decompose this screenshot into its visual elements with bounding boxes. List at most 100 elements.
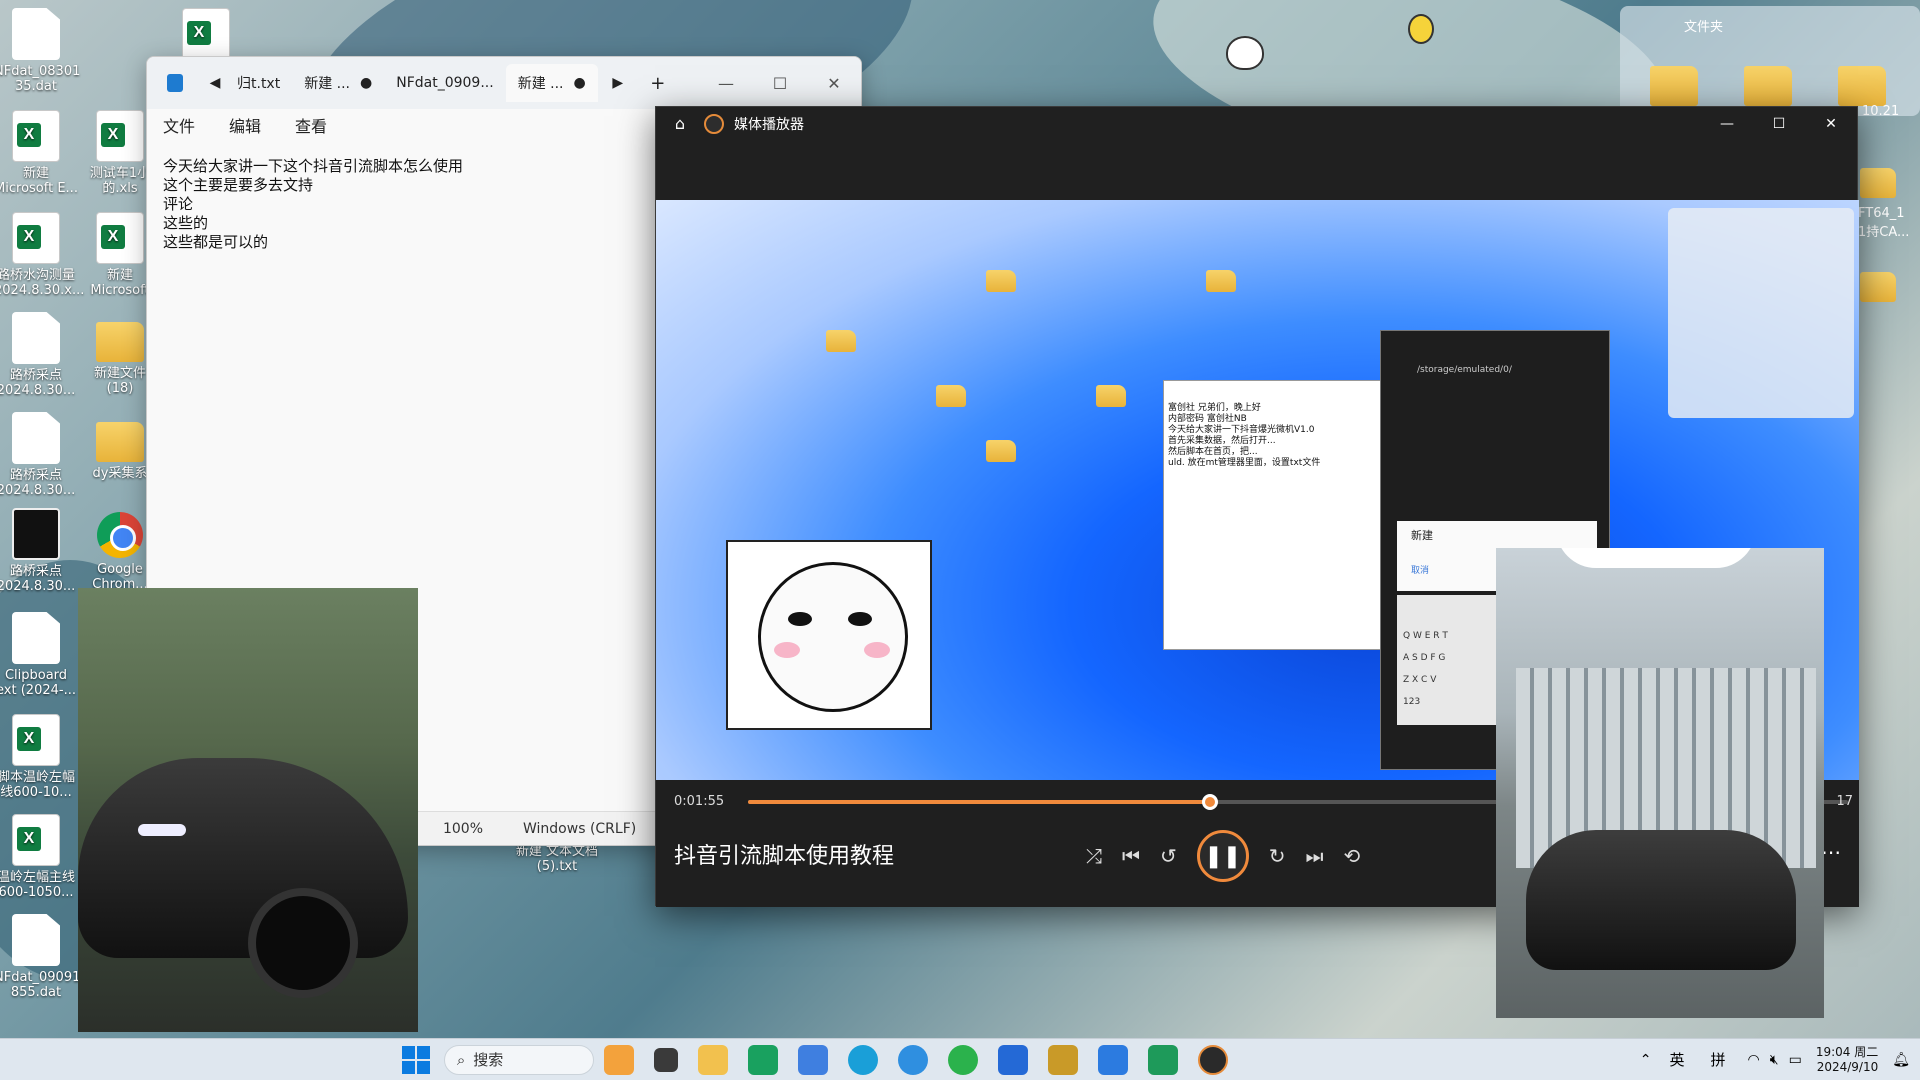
ie-icon[interactable]	[897, 1044, 928, 1075]
excel-icon	[12, 814, 60, 866]
tab-scroll-left[interactable]: ◀	[205, 75, 225, 91]
new-tab-button[interactable]: +	[638, 73, 678, 94]
desktop-icon-excel-3[interactable]: 路桥水沟测量 2024.8.30.x...	[0, 212, 84, 298]
text-line: 富创社 兄弟们，晚上好	[1168, 403, 1261, 413]
media-player-taskbar-icon[interactable]	[1197, 1044, 1228, 1075]
video-inner-explorer	[1668, 208, 1854, 418]
menu-file[interactable]: 文件	[163, 113, 195, 137]
menu-edit[interactable]: 编辑	[229, 113, 261, 137]
file-explorer-icon[interactable]	[697, 1044, 728, 1075]
desktop-icon-label: 路桥采点 2024.8.30...	[0, 468, 76, 498]
task-view-icon[interactable]	[653, 1047, 678, 1072]
next-icon[interactable]: ⏭	[1306, 844, 1324, 868]
dialog-title: 新建	[1411, 529, 1433, 542]
folder-icon[interactable]	[1860, 168, 1896, 198]
text-line: 首先采集数据，然后打开...	[1168, 436, 1276, 446]
edge-icon[interactable]	[847, 1044, 878, 1075]
taskbar-widget-icon[interactable]	[603, 1044, 634, 1075]
track-title: 抖音引流脚本使用教程	[674, 844, 895, 869]
menu-view[interactable]: 查看	[295, 113, 327, 137]
excel-icon	[96, 110, 144, 162]
chevron-up-icon[interactable]: ⌃	[1640, 1052, 1652, 1068]
desktop-icon-nfdat-0909[interactable]: NFdat_09091 855.dat	[0, 914, 80, 1000]
wifi-icon[interactable]: ◠	[1748, 1052, 1760, 1068]
folder-icon	[96, 322, 144, 362]
previous-icon[interactable]: ⏮	[1122, 844, 1140, 868]
folder-icon[interactable]	[1860, 272, 1896, 302]
close-icon[interactable]: ✕	[807, 74, 861, 93]
file-icon	[12, 312, 60, 364]
folder-icon[interactable]	[1650, 66, 1698, 106]
shuffle-icon[interactable]: ⤮	[1086, 844, 1102, 868]
calculator-icon[interactable]	[1047, 1044, 1078, 1075]
security-icon[interactable]	[997, 1044, 1028, 1075]
clock-time: 19:04 周二	[1815, 1044, 1879, 1059]
taskbar-search[interactable]: ⌕ 搜索	[443, 1044, 594, 1075]
desktop-icon-file-5[interactable]: 路桥采点 2024.8.30...	[0, 312, 78, 398]
car-headlight	[138, 824, 186, 836]
start-icon[interactable]	[401, 1045, 430, 1074]
desktop-icon-file-7[interactable]: 路桥采点 2024.8.30...	[0, 412, 78, 498]
minimize-icon[interactable]: —	[699, 74, 753, 93]
desktop-icon-new-txt-5[interactable]: 新建 文本文档 (5).txt	[514, 844, 600, 874]
keyboard-row: A S D F G	[1403, 653, 1446, 663]
notification-icon[interactable]: 🔔︎	[1892, 1052, 1910, 1068]
app-store-icon[interactable]	[797, 1044, 828, 1075]
ime-mode[interactable]: 拼	[1711, 1049, 1726, 1070]
bee-sticker	[1408, 14, 1434, 44]
explorer-widget: 文件夹	[1620, 6, 1920, 116]
rewind-10-icon[interactable]: ↺	[1160, 844, 1177, 868]
seek-thumb[interactable]	[1202, 794, 1218, 810]
tab-label: 归t.txt	[237, 76, 281, 92]
desktop-label-date: 10.21	[1862, 104, 1900, 119]
file-icon	[12, 914, 60, 966]
folder-icon[interactable]	[1838, 66, 1886, 106]
tab-file-1[interactable]: 归t.txt	[225, 64, 292, 102]
notepad-taskbar-icon[interactable]	[1097, 1044, 1128, 1075]
line-ending: Windows (CRLF)	[523, 820, 637, 837]
keyboard-row: Q W E R T	[1403, 631, 1448, 641]
tab-file-4[interactable]: 新建 ... ●	[505, 64, 598, 102]
green-app-icon[interactable]	[1147, 1044, 1178, 1075]
desktop-icon-excel-12[interactable]: 脚本温岭左幅 线600-10...	[0, 714, 78, 800]
file-icon	[12, 8, 60, 60]
maximize-icon[interactable]: ☐	[1753, 116, 1805, 132]
tab-scroll-right[interactable]: ▶	[598, 75, 638, 91]
android-path: /storage/emulated/0/	[1417, 365, 1512, 375]
folder-icon[interactable]	[1744, 66, 1792, 106]
end-time: 17	[1836, 794, 1853, 809]
repeat-off-icon[interactable]: ⟲	[1344, 844, 1361, 868]
desktop-icon-nfdat-0830[interactable]: NFdat_08301 35.dat	[0, 8, 80, 94]
search-icon: ⌕	[456, 1050, 466, 1069]
minimize-icon[interactable]: —	[1701, 116, 1753, 132]
forward-30-icon[interactable]: ↻	[1269, 844, 1286, 868]
excel-icon	[12, 212, 60, 264]
home-icon[interactable]: ⌂	[656, 114, 704, 133]
wechat-icon[interactable]	[947, 1044, 978, 1075]
desktop-icon-clipboard[interactable]: Clipboard ext (2024-...	[0, 612, 78, 698]
excel-icon	[12, 110, 60, 162]
file-icon	[12, 612, 60, 664]
player-app-icon	[704, 113, 724, 134]
desktop-icon-excel-13[interactable]: 温岭左幅主线 600-1050...	[0, 814, 78, 900]
tab-file-3[interactable]: NFdat_0909...	[384, 64, 505, 102]
more-options-icon[interactable]: ⋯	[1821, 840, 1841, 864]
desktop-icon-label: 温岭左幅主线 600-1050...	[0, 870, 75, 900]
desktop-icon-excel-1[interactable]: 新建 Microsoft E...	[0, 110, 78, 196]
maximize-icon[interactable]: ☐	[753, 74, 807, 93]
battery-icon[interactable]: ▭	[1789, 1052, 1802, 1068]
car-body	[78, 758, 408, 958]
pause-button[interactable]: ❚❚	[1196, 830, 1249, 882]
tab-file-2[interactable]: 新建 ... ●	[292, 64, 384, 102]
mail-icon[interactable]	[747, 1044, 778, 1075]
desktop-icon-dark-9[interactable]: 路桥采点 2024.8.30...	[0, 508, 78, 594]
tab-label: 新建 ...	[517, 76, 564, 92]
excel-icon	[12, 714, 60, 766]
image-file-icon	[12, 508, 60, 560]
close-icon[interactable]: ✕	[1805, 116, 1857, 132]
seek-bar-fill	[748, 800, 1210, 804]
clock[interactable]: 19:04 周二 2024/9/10	[1816, 1045, 1878, 1075]
panda-sticker	[726, 540, 932, 730]
ime-lang[interactable]: 英	[1670, 1049, 1685, 1070]
volume-muted-icon[interactable]: 🔇︎	[1770, 1052, 1779, 1068]
